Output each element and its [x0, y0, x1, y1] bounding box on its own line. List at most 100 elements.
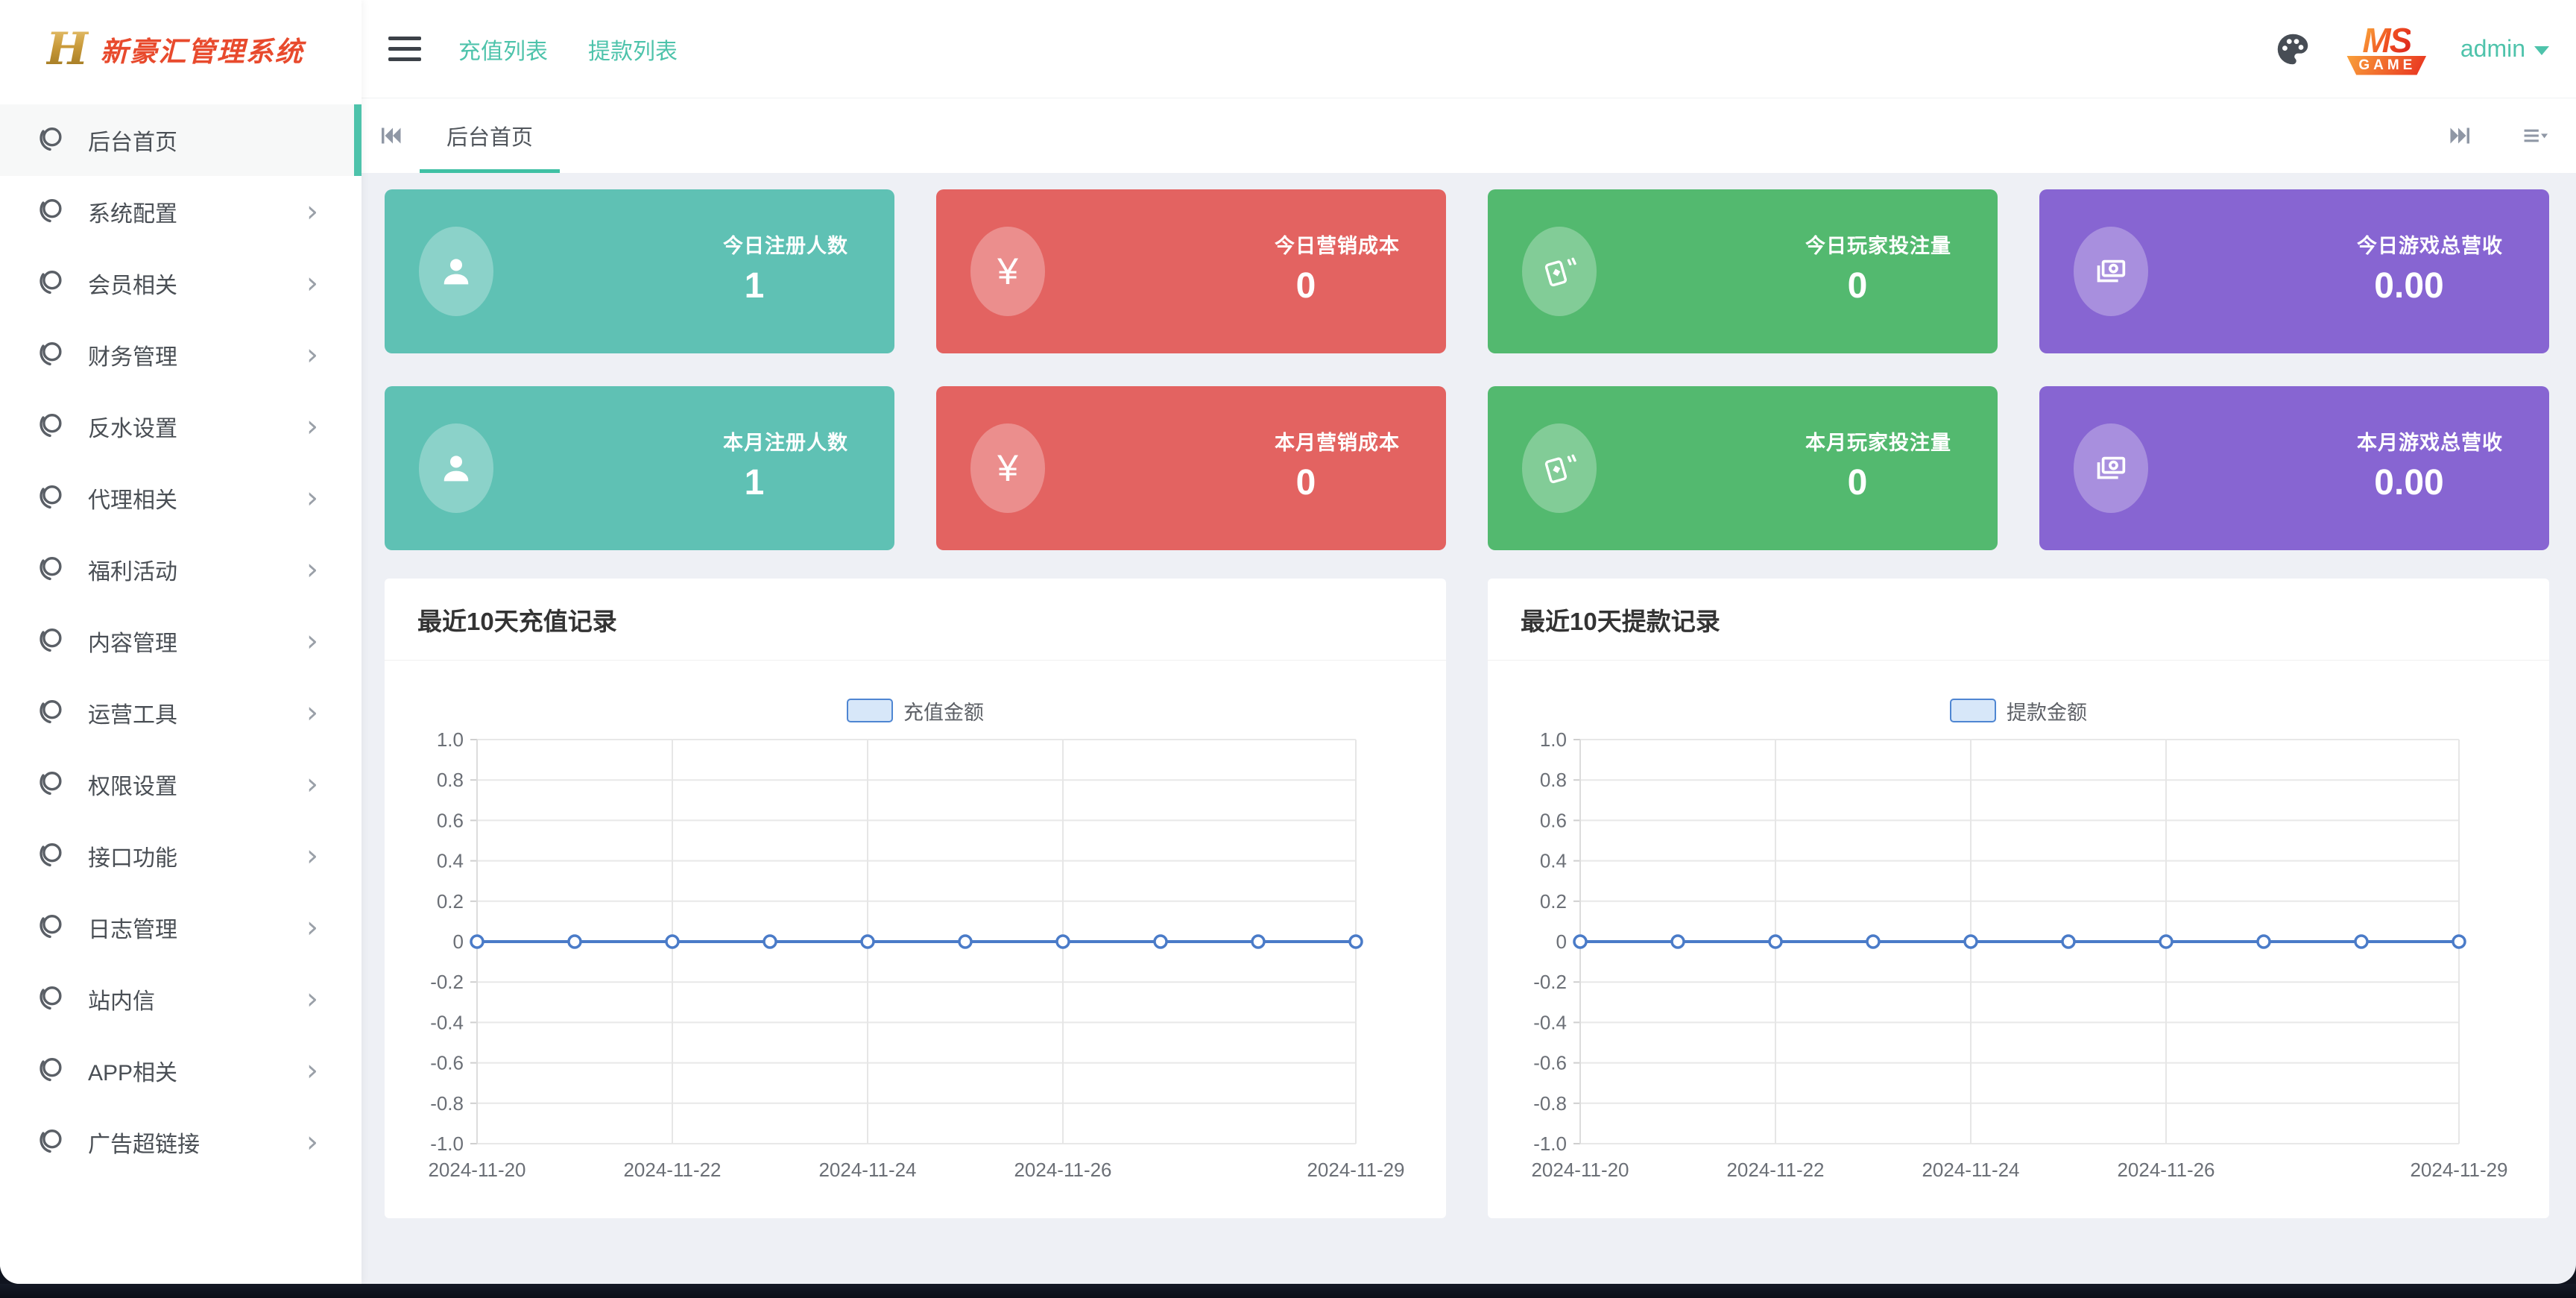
svg-text:0.4: 0.4: [1540, 850, 1567, 872]
sidebar-item-label: 内容管理: [88, 625, 177, 658]
stat-value: 0: [1848, 265, 1868, 306]
sidebar-item-label: APP相关: [88, 1054, 177, 1087]
svg-text:1.0: 1.0: [437, 728, 464, 751]
chart-row: 最近10天充值记录 充值金额 1.00.80.60.40.20-0.2-0.4-…: [385, 579, 2549, 1218]
data-point: [569, 936, 581, 948]
stat-value: 0.00: [2374, 462, 2443, 503]
svg-text:-0.2: -0.2: [1533, 971, 1567, 993]
brand-logo-mark: H: [46, 23, 89, 75]
sidebar-item-messages[interactable]: 站内信›: [0, 963, 362, 1035]
user-icon: [437, 252, 476, 291]
stat-badge: ¥: [970, 423, 1045, 513]
sidebar-item-member[interactable]: 会员相关›: [0, 248, 362, 319]
tabbar-right: [2431, 122, 2549, 149]
top-nav: 充值列表 提款列表: [458, 33, 678, 66]
svg-text:-0.2: -0.2: [430, 971, 464, 993]
panel-withdraw-chart: 最近10天提款记录 提款金额 1.00.80.60.40.20-0.2-0.4-…: [1488, 579, 2549, 1218]
svg-text:2024-11-22: 2024-11-22: [1726, 1159, 1824, 1181]
data-point: [1770, 936, 1781, 948]
sidebar-item-agent[interactable]: 代理相关›: [0, 462, 362, 534]
stat-label: 本月游戏总营收: [2357, 426, 2503, 456]
stat-badge: [2074, 227, 2148, 316]
chevron-right-icon: ›: [306, 483, 318, 513]
sidebar-item-permissions[interactable]: 权限设置›: [0, 749, 362, 820]
user-menu[interactable]: admin: [2460, 35, 2549, 63]
sidebar-menu: 后台首页系统配置›会员相关›财务管理›反水设置›代理相关›福利活动›内容管理›运…: [0, 104, 362, 1178]
sidebar-item-content[interactable]: 内容管理 ›: [0, 605, 362, 677]
sidebar-item-label: 站内信: [88, 983, 155, 1015]
nav-link-withdraw-list[interactable]: 提款列表: [588, 33, 678, 66]
yuan-icon: ¥: [988, 252, 1027, 291]
svg-text:2024-11-29: 2024-11-29: [1307, 1159, 1404, 1181]
ms-game-logo: MS GAME: [2343, 23, 2431, 75]
data-point: [1057, 936, 1069, 948]
svg-text:2024-11-24: 2024-11-24: [818, 1159, 916, 1181]
sidebar-item-system-config[interactable]: 系统配置 ›: [0, 176, 362, 248]
nav-link-recharge-list[interactable]: 充值列表: [458, 33, 548, 66]
hamburger-icon[interactable]: [385, 25, 424, 72]
panel-title: 最近10天充值记录: [417, 602, 617, 637]
data-point: [2062, 936, 2074, 948]
palette-icon[interactable]: [2273, 29, 2313, 69]
playing-card-icon: [1540, 252, 1579, 291]
banknote-icon: [2092, 252, 2130, 291]
username: admin: [2460, 35, 2525, 63]
chevron-right-icon: ›: [306, 626, 318, 656]
svg-text:0: 0: [453, 930, 464, 953]
stat-card-1: ¥今日营销成本0: [936, 189, 1446, 353]
recharge-line-chart: 1.00.80.60.40.20-0.2-0.4-0.6-0.8-1.02024…: [385, 728, 1446, 1211]
panel-title: 最近10天提款记录: [1521, 602, 1720, 637]
skip-back-icon[interactable]: [362, 122, 420, 149]
sidebar-item-label: 反水设置: [88, 410, 177, 443]
sidebar-item-ads[interactable]: 广告超链接›: [0, 1106, 362, 1178]
stat-value: 0.00: [2374, 265, 2443, 306]
yuan-icon: ¥: [988, 449, 1027, 488]
stat-card-4: 本月注册人数1: [385, 386, 894, 550]
data-point: [1155, 936, 1167, 948]
sidebar-item-api[interactable]: 接口功能›: [0, 820, 362, 892]
chevron-right-icon: ›: [306, 913, 318, 942]
svg-text:0.8: 0.8: [1540, 769, 1567, 791]
panel-header: 最近10天提款记录: [1488, 579, 2549, 661]
sidebar-item-logs[interactable]: 日志管理›: [0, 892, 362, 963]
tab-list-menu-icon[interactable]: [2522, 122, 2549, 149]
data-point: [2355, 936, 2367, 948]
skip-forward-icon[interactable]: [2431, 122, 2490, 149]
stat-card-5: ¥本月营销成本0: [936, 386, 1446, 550]
chevron-right-icon: ›: [306, 769, 318, 799]
stat-value: 0: [1296, 265, 1316, 306]
stat-badge: [2074, 423, 2148, 513]
legend-recharge[interactable]: 充值金额: [385, 698, 1446, 723]
stat-label: 今日游戏总营收: [2357, 230, 2503, 259]
banknote-icon: [2092, 449, 2130, 488]
svg-text:1.0: 1.0: [1540, 728, 1567, 751]
chevron-right-icon: ›: [306, 841, 318, 871]
tab-home[interactable]: 后台首页: [420, 98, 560, 173]
sidebar-item-home[interactable]: 后台首页: [0, 104, 362, 176]
svg-text:-0.4: -0.4: [430, 1011, 464, 1033]
svg-text:-0.8: -0.8: [1533, 1092, 1567, 1115]
caret-down-icon: [2534, 46, 2549, 55]
data-point: [1252, 936, 1264, 948]
data-point: [1867, 936, 1879, 948]
svg-text:2024-11-26: 2024-11-26: [2117, 1159, 2214, 1181]
chevron-right-icon: ›: [306, 197, 318, 227]
data-point: [1965, 936, 1977, 948]
sidebar: H 新豪汇管理系统 后台首页系统配置›会员相关›财务管理›反水设置›代理相关›福…: [0, 0, 362, 1284]
sidebar-item-label: 系统配置: [88, 195, 177, 228]
stat-badge: [419, 423, 493, 513]
data-point: [2453, 936, 2465, 948]
ms-game-logo-banner: GAME: [2346, 56, 2426, 75]
data-point: [959, 936, 971, 948]
data-point: [1672, 936, 1684, 948]
svg-text:-0.6: -0.6: [430, 1052, 464, 1074]
sidebar-item-operation-tools[interactable]: 运营工具›: [0, 677, 362, 749]
sidebar-item-finance[interactable]: 财务管理›: [0, 319, 362, 391]
bottom-strip: [0, 1284, 2576, 1298]
sidebar-item-rebate[interactable]: 反水设置›: [0, 391, 362, 462]
legend-withdraw[interactable]: 提款金额: [1488, 698, 2549, 723]
sidebar-item-app[interactable]: APP相关›: [0, 1035, 362, 1106]
data-point: [862, 936, 874, 948]
stat-card-7: 本月游戏总营收 0.00: [2039, 386, 2549, 550]
sidebar-item-welfare[interactable]: 福利活动›: [0, 534, 362, 605]
